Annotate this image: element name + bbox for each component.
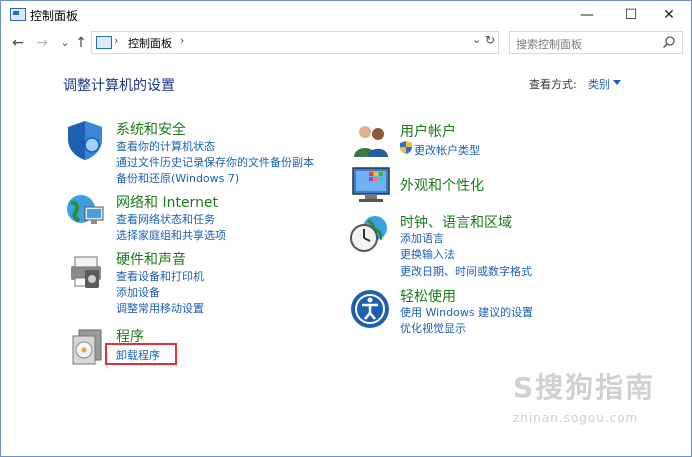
- address-bar[interactable]: › 控制面板 › ⌄ ↻: [91, 31, 499, 54]
- search-icon[interactable]: [662, 35, 676, 49]
- link-mobility-settings[interactable]: 调整常用移动设置: [116, 300, 204, 316]
- back-button[interactable]: ←: [9, 34, 27, 52]
- address-dropdown-icon[interactable]: ⌄: [472, 33, 481, 46]
- link-view-computer-status[interactable]: 查看你的计算机状态: [116, 138, 215, 154]
- view-by-dropdown[interactable]: 类别: [588, 76, 610, 92]
- title-bar: 控制面板 — ☐ ✕: [1, 1, 691, 29]
- link-recommended-settings[interactable]: 使用 Windows 建议的设置: [400, 304, 533, 320]
- link-change-input-method[interactable]: 更换输入法: [400, 246, 455, 262]
- link-add-language[interactable]: 添加语言: [400, 230, 444, 246]
- up-button[interactable]: ↑: [72, 34, 90, 52]
- search-box[interactable]: 搜索控制面板: [509, 31, 683, 54]
- chevron-down-icon[interactable]: [613, 80, 621, 85]
- breadcrumb-separator-icon[interactable]: ›: [114, 34, 118, 47]
- link-optimize-visual-display[interactable]: 优化视觉显示: [400, 320, 466, 336]
- page-title: 调整计算机的设置: [63, 78, 175, 94]
- view-by-label: 查看方式:: [529, 78, 577, 91]
- uac-shield-icon: [400, 141, 412, 154]
- category-network-internet[interactable]: 网络和 Internet: [116, 192, 218, 212]
- link-homegroup-sharing[interactable]: 选择家庭组和共享选项: [116, 227, 226, 243]
- ease-of-access-icon[interactable]: [349, 288, 391, 330]
- link-change-account-type[interactable]: 更改帐户类型: [414, 142, 480, 158]
- control-panel-icon: [10, 8, 26, 21]
- category-hardware-sound[interactable]: 硬件和声音: [116, 249, 186, 269]
- category-clock-language-region[interactable]: 时钟、语言和区域: [400, 212, 512, 232]
- category-ease-of-access[interactable]: 轻松使用: [400, 286, 456, 306]
- clock-globe-icon[interactable]: [348, 213, 392, 255]
- category-user-accounts[interactable]: 用户帐户: [400, 121, 456, 141]
- network-globe-icon[interactable]: [65, 191, 107, 231]
- control-panel-icon: [96, 36, 112, 49]
- link-file-history[interactable]: 通过文件历史记录保存你的文件备份副本: [116, 154, 314, 170]
- control-panel-window: 控制面板 — ☐ ✕ ← → ⌄ ↑ › 控制面板 › ⌄ ↻ 搜索控制面板 调…: [0, 0, 692, 457]
- link-add-device[interactable]: 添加设备: [116, 284, 160, 300]
- highlight-box: [105, 343, 177, 365]
- programs-icon[interactable]: [67, 326, 107, 366]
- link-network-status[interactable]: 查看网络状态和任务: [116, 211, 215, 227]
- watermark-url: zhinan.sogou.com: [513, 411, 639, 425]
- appearance-monitor-icon[interactable]: [349, 164, 393, 206]
- watermark-logo: S搜狗指南: [513, 371, 656, 404]
- breadcrumb-control-panel[interactable]: 控制面板: [128, 35, 172, 51]
- link-change-date-time-format[interactable]: 更改日期、时间或数字格式: [400, 263, 532, 279]
- forward-button[interactable]: →: [33, 34, 51, 52]
- link-devices-printers[interactable]: 查看设备和打印机: [116, 268, 204, 284]
- refresh-icon[interactable]: ↻: [485, 33, 495, 47]
- users-icon[interactable]: [350, 123, 392, 159]
- minimize-button[interactable]: —: [565, 1, 609, 29]
- printer-icon[interactable]: [65, 252, 107, 292]
- category-appearance[interactable]: 外观和个性化: [400, 175, 484, 195]
- window-title: 控制面板: [30, 9, 79, 23]
- shield-icon[interactable]: [65, 119, 105, 161]
- search-input[interactable]: 搜索控制面板: [516, 36, 582, 52]
- breadcrumb-separator-icon[interactable]: ›: [180, 34, 184, 47]
- category-system-security[interactable]: 系统和安全: [116, 119, 186, 139]
- close-button[interactable]: ✕: [647, 1, 691, 29]
- link-backup-restore[interactable]: 备份和还原(Windows 7): [116, 170, 239, 186]
